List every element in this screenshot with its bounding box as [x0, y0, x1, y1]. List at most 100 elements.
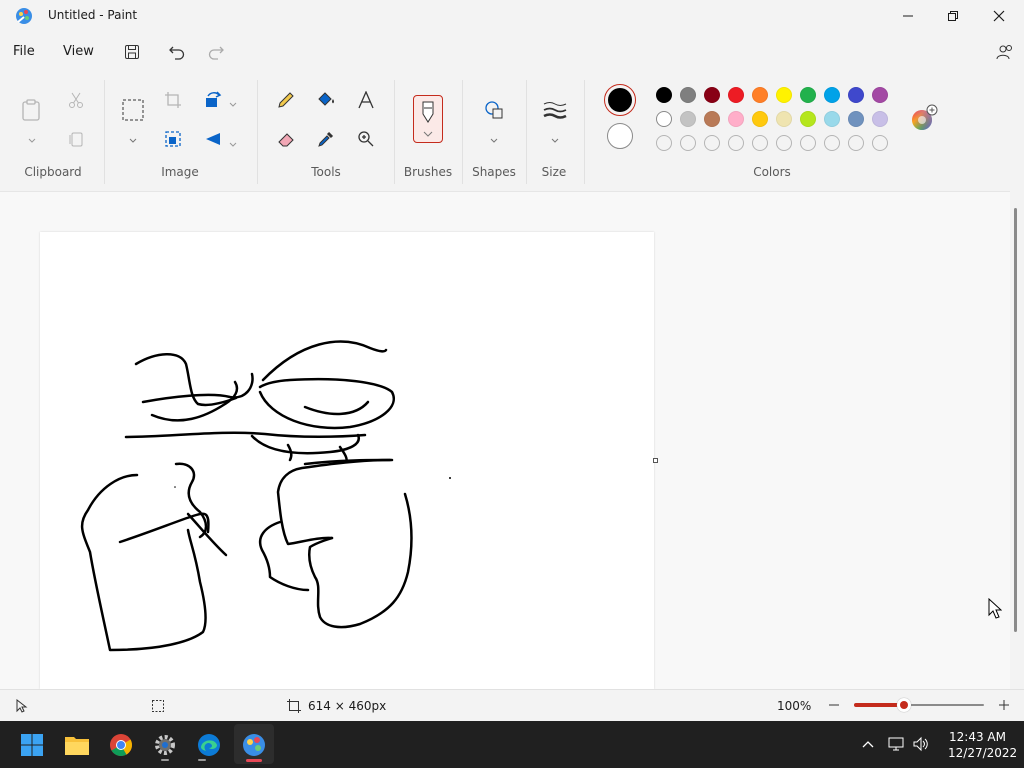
zoom-out-button[interactable] [826, 697, 842, 713]
magnifier-tool[interactable] [352, 125, 380, 153]
color-swatch[interactable] [752, 87, 768, 103]
color-swatch[interactable] [848, 87, 864, 103]
custom-color-slot[interactable] [728, 135, 744, 151]
color-swatch[interactable] [824, 87, 840, 103]
cut-icon [69, 92, 83, 108]
custom-color-slot[interactable] [848, 135, 864, 151]
text-tool[interactable] [352, 86, 380, 114]
crop-button[interactable] [159, 86, 187, 114]
taskbar-chrome[interactable] [106, 730, 136, 760]
drawing-canvas[interactable] [40, 232, 654, 689]
color-swatch[interactable] [728, 87, 744, 103]
paste-button[interactable] [18, 96, 46, 124]
color-swatch[interactable] [872, 87, 888, 103]
paint-app-icon [14, 6, 34, 26]
rotate-dropdown-icon[interactable] [228, 94, 238, 113]
running-indicator [198, 759, 206, 761]
taskbar-settings[interactable] [150, 730, 180, 760]
group-label-clipboard: Clipboard [24, 165, 82, 179]
system-clock[interactable]: 12:43 AM 12/27/2022 [948, 729, 1017, 761]
taskbar-edge[interactable] [194, 730, 224, 760]
shapes-button[interactable] [480, 96, 508, 124]
close-icon [993, 10, 1005, 22]
size-dropdown-icon[interactable] [550, 130, 560, 149]
ribbon-separator [526, 80, 527, 184]
canvas-resize-handle[interactable] [653, 458, 658, 463]
color-swatch[interactable] [872, 111, 888, 127]
zoom-slider-thumb[interactable] [897, 698, 911, 712]
rotate-icon [206, 91, 222, 107]
custom-color-slot[interactable] [872, 135, 888, 151]
color-swatch[interactable] [800, 87, 816, 103]
taskbar-paint[interactable] [239, 730, 269, 760]
menu-view[interactable]: View [63, 44, 94, 59]
custom-color-slot[interactable] [752, 135, 768, 151]
custom-color-slot[interactable] [776, 135, 792, 151]
color-swatch[interactable] [656, 87, 672, 103]
zoom-slider[interactable] [854, 698, 984, 712]
save-icon [125, 45, 139, 59]
group-label-brushes: Brushes [403, 165, 453, 179]
fill-tool[interactable] [312, 86, 340, 114]
custom-color-slot[interactable] [704, 135, 720, 151]
account-button[interactable] [991, 40, 1017, 64]
color-swatch[interactable] [680, 87, 696, 103]
taskbar-file-explorer[interactable] [62, 730, 92, 760]
color-swatch[interactable] [824, 111, 840, 127]
eraser-icon [278, 133, 294, 147]
restore-button[interactable] [930, 0, 976, 32]
color-swatch[interactable] [752, 111, 768, 127]
color-swatch[interactable] [776, 87, 792, 103]
window-title: Untitled - Paint [48, 8, 138, 22]
cursor-position-icon [15, 698, 29, 717]
eraser-tool[interactable] [272, 125, 300, 153]
zoom-in-button[interactable] [996, 697, 1012, 713]
menu-file[interactable]: File [13, 44, 35, 59]
close-button[interactable] [976, 0, 1022, 32]
text-icon [358, 91, 374, 109]
cut-button[interactable] [62, 86, 90, 114]
primary-color-selector[interactable] [604, 84, 636, 116]
paste-dropdown-icon[interactable] [27, 130, 37, 149]
resize-button[interactable] [159, 125, 187, 153]
select-button[interactable] [119, 96, 147, 124]
redo-button[interactable] [203, 40, 229, 64]
plus-icon [999, 700, 1009, 710]
volume-icon[interactable] [912, 735, 930, 757]
show-hidden-icons-button[interactable] [860, 736, 876, 756]
start-button[interactable] [17, 730, 47, 760]
edit-colors-button[interactable] [910, 104, 938, 132]
size-button[interactable] [541, 96, 569, 124]
brushes-button[interactable] [413, 95, 443, 143]
color-swatch[interactable] [800, 111, 816, 127]
redo-icon [208, 46, 224, 60]
custom-color-slot[interactable] [680, 135, 696, 151]
rotate-button[interactable] [199, 86, 227, 114]
fill-bucket-icon [318, 92, 334, 106]
color-picker-tool[interactable] [312, 125, 340, 153]
crop-icon [165, 92, 181, 108]
color-swatch[interactable] [704, 87, 720, 103]
save-button[interactable] [119, 40, 145, 64]
minimize-button[interactable] [885, 0, 931, 32]
undo-button[interactable] [164, 40, 190, 64]
vertical-scrollbar[interactable] [1014, 208, 1017, 632]
color-swatch[interactable] [776, 111, 792, 127]
network-icon[interactable] [887, 735, 905, 757]
pencil-tool[interactable] [272, 86, 300, 114]
color-swatch[interactable] [656, 111, 672, 127]
secondary-color-swatch[interactable] [607, 123, 633, 149]
color-swatch[interactable] [680, 111, 696, 127]
custom-color-slot[interactable] [656, 135, 672, 151]
minimize-icon [903, 15, 913, 17]
custom-color-slot[interactable] [824, 135, 840, 151]
shapes-dropdown-icon[interactable] [489, 130, 499, 149]
flip-dropdown-icon[interactable] [228, 134, 238, 153]
color-swatch[interactable] [704, 111, 720, 127]
copy-button[interactable] [62, 125, 90, 153]
color-swatch[interactable] [848, 111, 864, 127]
color-swatch[interactable] [728, 111, 744, 127]
flip-button[interactable] [199, 125, 227, 153]
select-dropdown-icon[interactable] [128, 130, 138, 149]
custom-color-slot[interactable] [800, 135, 816, 151]
